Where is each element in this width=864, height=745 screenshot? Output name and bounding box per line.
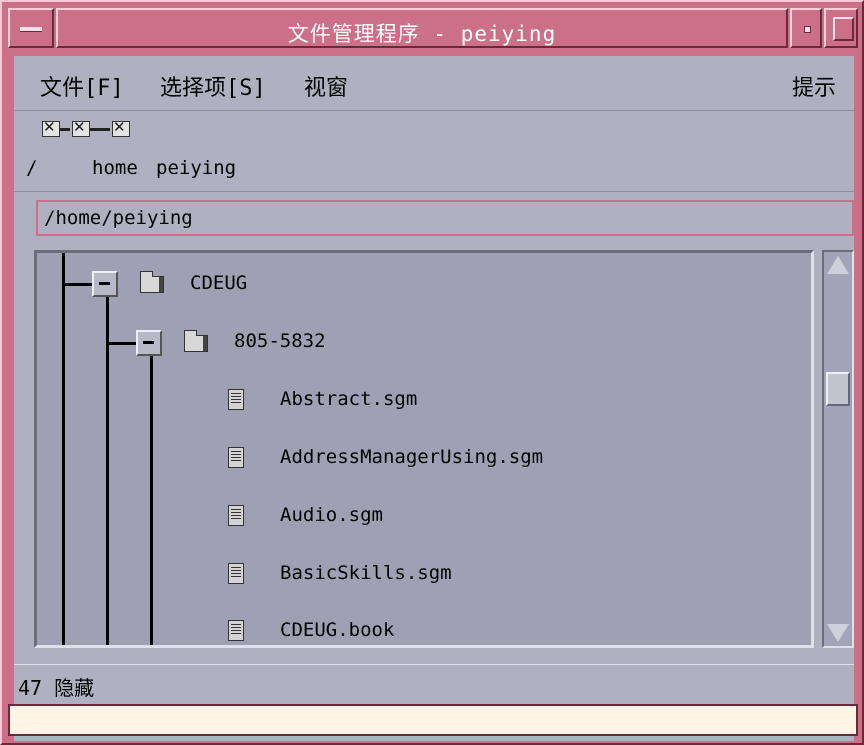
path-folder-root-icon[interactable]: [42, 118, 60, 137]
hidden-count-status: 47 隐藏: [18, 676, 95, 700]
file-tree-view[interactable]: CDEUG 805-5832 Abstract.sgm AddressManag…: [34, 250, 814, 648]
path-connector: [90, 128, 110, 131]
title-bar[interactable]: 文件管理程序 - peiying: [8, 8, 858, 50]
message-line: [8, 704, 858, 736]
title-area[interactable]: 文件管理程序 - peiying: [56, 8, 788, 48]
vertical-scrollbar[interactable]: [822, 250, 854, 648]
tree-line: [106, 342, 138, 345]
tree-item-label[interactable]: 805-5832: [234, 330, 326, 352]
document-icon[interactable]: [228, 505, 244, 526]
path-folder-peiying-icon[interactable]: [112, 118, 130, 137]
window-menu-button[interactable]: [8, 8, 54, 48]
path-text-value: /home/peiying: [44, 207, 193, 229]
file-manager-window: 文件管理程序 - peiying 文件[F] 选择项[S] 视窗 提示 / ho…: [0, 0, 864, 745]
document-icon[interactable]: [228, 389, 244, 410]
minimize-button[interactable]: [790, 8, 822, 48]
scroll-up-arrow-icon[interactable]: [827, 256, 849, 274]
window-menu-icon: [20, 27, 42, 32]
collapse-button[interactable]: [136, 330, 162, 356]
path-text-field[interactable]: /home/peiying: [36, 200, 854, 236]
menu-options[interactable]: 选择项[S]: [160, 70, 266, 102]
scroll-thumb[interactable]: [826, 372, 850, 406]
path-segment-label[interactable]: home: [92, 157, 138, 179]
tree-item-label[interactable]: AddressManagerUsing.sgm: [280, 446, 543, 468]
iconic-path: / home peiying: [14, 111, 854, 192]
folder-icon[interactable]: [184, 330, 208, 352]
collapse-button[interactable]: [92, 271, 118, 297]
client-area: 文件[F] 选择项[S] 视窗 提示 / home peiying /home/…: [8, 56, 858, 741]
tree-line: [62, 253, 65, 645]
minimize-icon: [804, 26, 811, 33]
window-title: 文件管理程序 - peiying: [287, 22, 557, 46]
menu-view[interactable]: 视窗: [304, 70, 348, 102]
maximize-icon: [833, 17, 854, 41]
document-icon[interactable]: [228, 447, 244, 468]
scroll-down-arrow-icon[interactable]: [827, 624, 849, 642]
tree-item-label[interactable]: Abstract.sgm: [280, 388, 417, 410]
folder-icon[interactable]: [140, 271, 164, 293]
menu-help[interactable]: 提示: [792, 70, 836, 102]
tree-item-label[interactable]: BasicSkills.sgm: [280, 562, 452, 584]
maximize-button[interactable]: [824, 8, 858, 48]
tree-item-label[interactable]: CDEUG.book: [280, 619, 394, 641]
tree-item-label[interactable]: CDEUG: [190, 272, 247, 294]
path-root-label[interactable]: /: [26, 157, 37, 179]
path-segment-label[interactable]: peiying: [156, 157, 236, 179]
document-icon[interactable]: [228, 620, 244, 641]
status-bar: 47 隐藏: [14, 664, 854, 701]
menu-file[interactable]: 文件[F]: [40, 70, 124, 102]
tree-item-label[interactable]: Audio.sgm: [280, 504, 383, 526]
path-folder-home-icon[interactable]: [72, 118, 90, 137]
tree-line: [150, 347, 153, 645]
menu-bar: 文件[F] 选择项[S] 视窗 提示: [14, 56, 854, 111]
tree-line: [62, 283, 94, 286]
path-connector: [60, 128, 70, 131]
document-icon[interactable]: [228, 563, 244, 584]
